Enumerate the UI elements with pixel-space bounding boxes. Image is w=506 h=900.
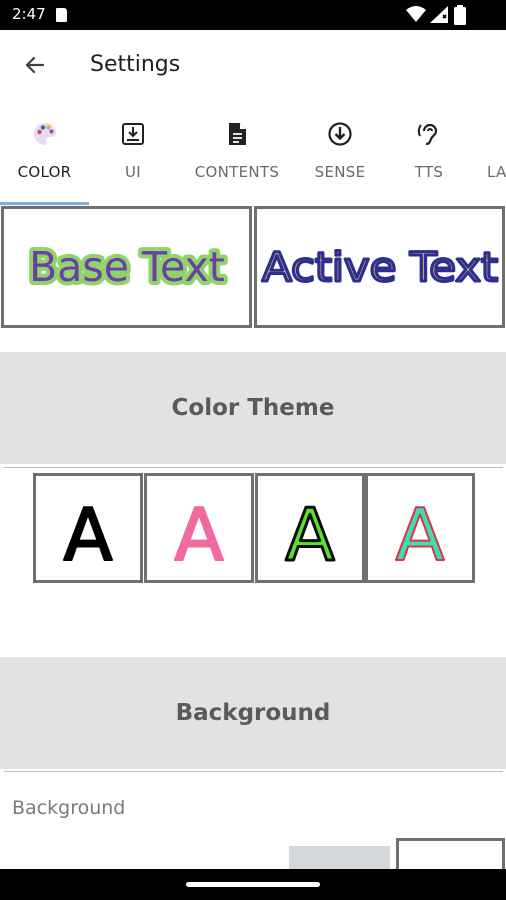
home-handle[interactable] [186, 882, 320, 887]
tab-label: LA [487, 163, 506, 181]
active-text: Active Text [262, 245, 498, 291]
battery-icon [454, 5, 466, 25]
tab-ui[interactable]: UI [89, 105, 177, 205]
tab-label: TTS [414, 163, 444, 181]
arrow-back-icon [25, 56, 45, 74]
tab-color[interactable]: COLOR [0, 105, 89, 205]
tab-label: UI [124, 163, 141, 181]
theme-letter-svg: A [284, 492, 336, 579]
tab-label: SENSE [314, 163, 366, 181]
background-header: Background [0, 657, 506, 769]
base-text-fill: Base Text [29, 243, 225, 291]
theme-swatch-3[interactable]: A [255, 473, 365, 583]
theme-letter: A [63, 493, 112, 577]
tab-la[interactable]: LA [482, 105, 506, 205]
page-title: Settings [90, 52, 181, 77]
color-theme-header: Color Theme [0, 352, 506, 464]
status-time: 2:47 [12, 5, 46, 23]
app-bar: Settings [0, 30, 506, 102]
theme-swatch-2[interactable]: A [144, 473, 254, 583]
navigation-bar [0, 869, 506, 900]
theme-letter: A [285, 493, 334, 577]
theme-letter-svg: A [62, 492, 113, 578]
hearing-icon [415, 120, 443, 148]
section-title: Background [175, 700, 331, 726]
tab-label: COLOR [17, 163, 72, 181]
tab-tts[interactable]: TTS [387, 105, 471, 205]
status-bar: 2:47 [0, 0, 506, 30]
theme-letter-svg: A [394, 492, 445, 578]
base-text-svg: Base Text Base Text [25, 239, 229, 295]
sd-card-icon [56, 8, 67, 22]
background-label: Background [12, 797, 126, 819]
theme-letter: A [395, 493, 444, 577]
active-text-svg: Active Text [260, 244, 499, 293]
active-text-preview[interactable]: Active Text [254, 206, 505, 328]
status-icons [400, 5, 490, 25]
base-text-preview[interactable]: Base Text Base Text [1, 206, 252, 328]
theme-swatch-4[interactable]: A [365, 473, 475, 583]
tab-label: CONTENTS [194, 163, 280, 181]
divider [4, 467, 503, 468]
download-box-icon [119, 120, 147, 148]
tab-contents[interactable]: CONTENTS [185, 105, 289, 205]
tab-indicator [0, 202, 89, 205]
palette-icon [31, 120, 59, 148]
theme-swatch-1[interactable]: A [33, 473, 143, 583]
wifi-icon [406, 6, 426, 22]
theme-letter-svg: A [173, 492, 224, 578]
section-title: Color Theme [171, 395, 335, 421]
divider [4, 771, 503, 772]
arrow-circle-down-icon [326, 120, 354, 148]
document-icon [223, 120, 251, 148]
theme-letter: A [174, 493, 223, 577]
back-button[interactable] [14, 44, 56, 86]
signal-icon [430, 6, 448, 23]
tab-bar: COLOR UI CONTENTS SENSE TTS LA [0, 105, 506, 205]
tab-sense[interactable]: SENSE [297, 105, 383, 205]
